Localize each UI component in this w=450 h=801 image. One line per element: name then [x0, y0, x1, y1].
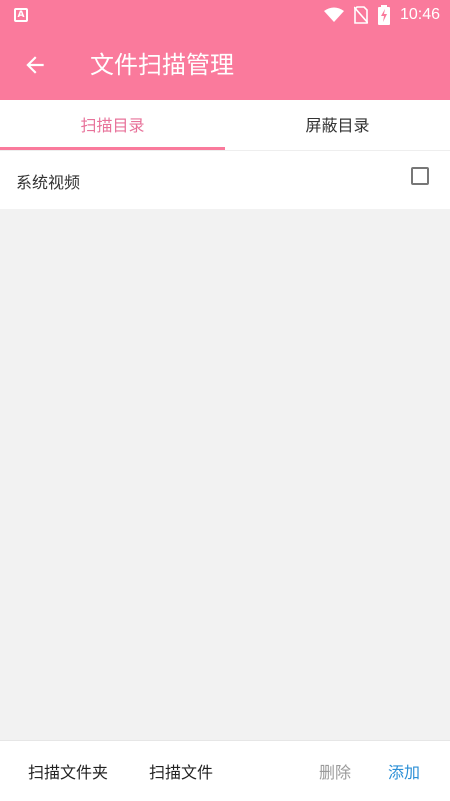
status-icons: 10:46: [323, 5, 440, 25]
page-title: 文件扫描管理: [90, 51, 234, 79]
content-area: [0, 209, 450, 739]
app-notification-icon: A: [14, 8, 28, 22]
tab-bar: 扫描目录 屏蔽目录: [0, 100, 450, 151]
wifi-icon: [323, 7, 344, 22]
battery-charging-icon: [377, 5, 390, 25]
clock: 10:46: [399, 6, 440, 23]
scan-folder-button[interactable]: 扫描文件夹: [28, 759, 108, 783]
no-sim-icon: [353, 6, 368, 24]
delete-button[interactable]: 删除: [319, 759, 351, 783]
tab-blocked-directory[interactable]: 屏蔽目录: [225, 100, 450, 150]
bottom-action-bar: 扫描文件夹 扫描文件 删除 添加: [0, 740, 450, 801]
arrow-left-icon[interactable]: [22, 52, 48, 78]
app-bar: 文件扫描管理: [0, 30, 450, 100]
tab-scan-directory[interactable]: 扫描目录: [0, 100, 225, 150]
list-item-checkbox[interactable]: [411, 167, 429, 185]
scan-file-button[interactable]: 扫描文件: [149, 759, 213, 783]
add-button[interactable]: 添加: [388, 759, 420, 783]
list-item[interactable]: 系统视频: [0, 151, 450, 209]
active-tab-indicator: [0, 147, 225, 150]
status-bar: A 10:46: [0, 0, 450, 30]
list-item-label: 系统视频: [16, 173, 81, 192]
